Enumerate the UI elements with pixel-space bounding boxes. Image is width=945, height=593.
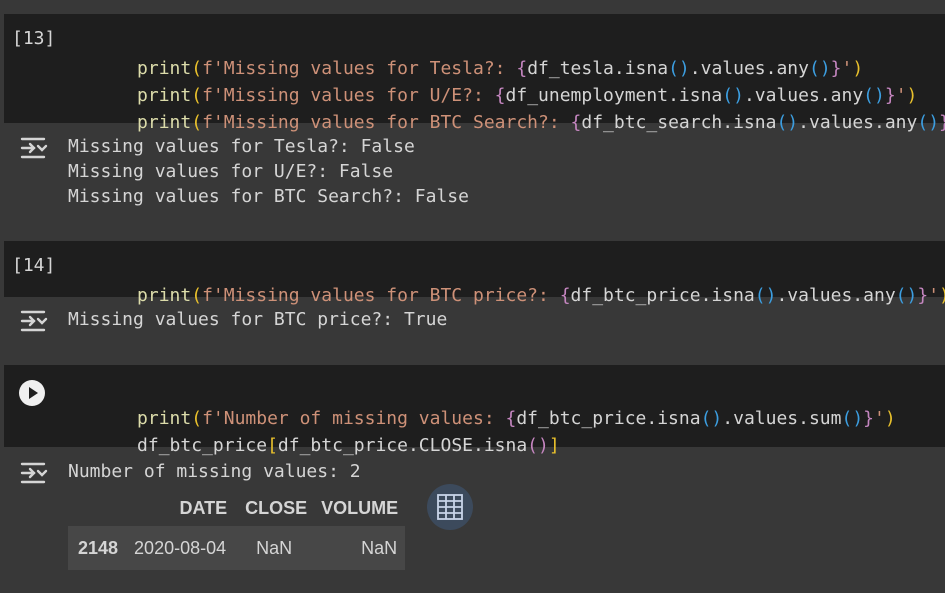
execution-count: [13] [12, 28, 56, 49]
column-header: DATE [179, 497, 228, 518]
output-line: Missing values for BTC Search?: False [68, 186, 469, 207]
column-header [68, 490, 126, 526]
table-view-button[interactable] [427, 484, 473, 530]
column-header: VOLUME [321, 497, 399, 518]
table-row: 2148 2020-08-04 NaN NaN [68, 526, 406, 570]
cell-13-output: Missing values for Tesla?: False Missing… [68, 134, 469, 209]
output-expand-icon[interactable] [18, 136, 48, 160]
output-expand-icon[interactable] [18, 309, 48, 333]
cell-14-output: Missing values for BTC price?: True [68, 307, 447, 332]
dataframe-table: DATE CLOSE VOLUME 2148 2020-08-04 NaN Na… [68, 490, 406, 570]
code-cell-13[interactable]: [13] print(f'Missing values for Tesla?: … [4, 14, 945, 133]
run-cell-button[interactable] [19, 380, 45, 406]
code-cell-15[interactable]: print(f'Number of missing values: {df_bt… [4, 365, 945, 456]
code-line: print(f'Missing values for BTC price?: {… [137, 285, 945, 306]
code-cell-14[interactable]: [14] print(f'Missing values for BTC pric… [4, 241, 945, 306]
table-cell: NaN [234, 526, 315, 570]
code-line: print(f'Number of missing values: {df_bt… [137, 408, 896, 429]
output-line: Missing values for BTC price?: True [68, 309, 448, 330]
table-view-icon [437, 494, 463, 520]
table-cell: 2020-08-04 [126, 526, 235, 570]
output-line: Missing values for Tesla?: False [68, 136, 415, 157]
output-line: Number of missing values: 2 [68, 461, 361, 482]
cell-15-output: Number of missing values: 2 [68, 459, 361, 484]
execution-count: [14] [12, 255, 56, 276]
code-line: print(f'Missing values for Tesla?: {df_t… [137, 58, 864, 79]
output-line: Missing values for U/E?: False [68, 161, 394, 182]
table-cell: NaN [314, 526, 406, 570]
table-cell: 2148 [68, 526, 127, 570]
table-header-row: DATE CLOSE VOLUME [68, 490, 405, 526]
output-expand-icon[interactable] [18, 461, 48, 485]
column-header: CLOSE [245, 497, 308, 518]
